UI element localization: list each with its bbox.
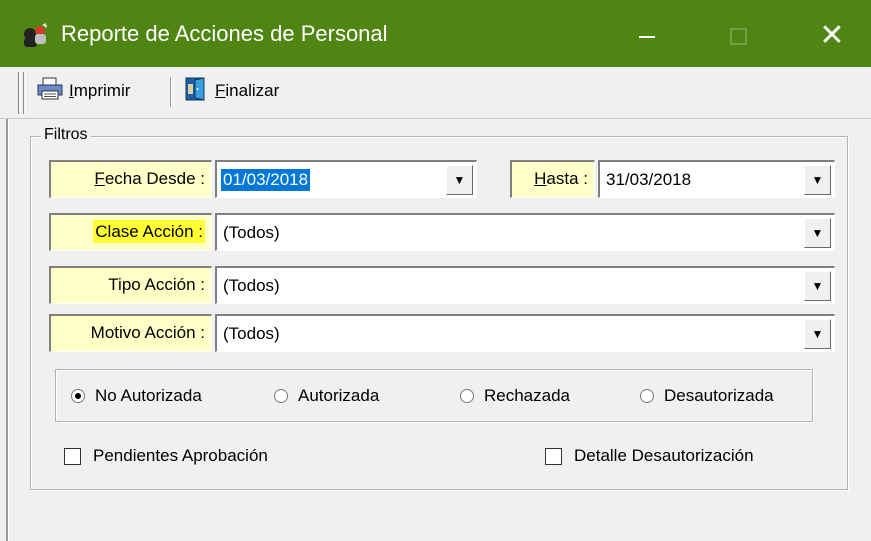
print-label: Imprimir: [69, 81, 131, 100]
hasta-label: Hasta :: [510, 160, 595, 198]
fecha-desde-picker[interactable]: 01/03/2018 ▼: [215, 160, 477, 198]
filters-legend: Filtros: [41, 125, 91, 145]
window-border: [8, 119, 9, 541]
motivo-accion-label: Motivo Acción :: [49, 314, 212, 352]
pendientes-aprobacion-checkbox[interactable]: Pendientes Aprobación: [64, 445, 268, 467]
toolbar-grip[interactable]: [23, 72, 26, 114]
clase-accion-value: (Todos): [223, 223, 280, 242]
dropdown-arrow-icon[interactable]: ▼: [804, 165, 831, 195]
radio-no-autorizada[interactable]: No Autorizada: [71, 385, 202, 407]
checkbox-icon[interactable]: [545, 447, 562, 465]
tipo-accion-select[interactable]: (Todos) ▼: [215, 266, 835, 304]
clase-accion-select[interactable]: (Todos) ▼: [215, 213, 835, 251]
radio-selected-icon[interactable]: [71, 389, 85, 403]
tipo-accion-value: (Todos): [223, 276, 280, 295]
detalle-desautorizacion-checkbox[interactable]: Detalle Desautorización: [545, 445, 754, 467]
hasta-value[interactable]: 31/03/2018: [606, 169, 691, 191]
dropdown-arrow-icon[interactable]: ▼: [804, 218, 831, 248]
finish-label: Finalizar: [215, 81, 280, 100]
close-icon: ✕: [819, 18, 845, 53]
motivo-accion-select[interactable]: (Todos) ▼: [215, 314, 835, 352]
radio-desautorizada[interactable]: Desautorizada: [640, 385, 774, 407]
checkbox-icon[interactable]: [64, 447, 81, 465]
fecha-desde-label: Fecha Desde :: [49, 160, 212, 198]
dropdown-arrow-icon[interactable]: ▼: [446, 165, 473, 195]
close-button[interactable]: ✕: [812, 18, 852, 54]
toolbar: [0, 67, 871, 119]
print-button[interactable]: Imprimir: [37, 75, 130, 107]
radio-rechazada[interactable]: Rechazada: [460, 385, 570, 407]
radio-icon[interactable]: [274, 389, 288, 403]
tipo-accion-label: Tipo Acción :: [49, 266, 212, 304]
window-title: Reporte de Acciones de Personal: [61, 21, 388, 46]
exit-door-icon: [183, 76, 209, 107]
radio-autorizada[interactable]: Autorizada: [274, 385, 379, 407]
finish-button[interactable]: Finalizar: [183, 75, 279, 107]
dropdown-arrow-icon[interactable]: ▼: [804, 319, 831, 349]
clase-accion-label: Clase Acción :: [49, 213, 212, 251]
printer-icon: [37, 77, 63, 106]
toolbar-separator: [170, 77, 172, 107]
fecha-desde-value[interactable]: 01/03/2018: [221, 169, 311, 191]
dropdown-arrow-icon[interactable]: ▼: [804, 271, 831, 301]
app-icon: [20, 22, 50, 50]
toolbar-grip[interactable]: [18, 72, 21, 114]
radio-icon[interactable]: [640, 389, 654, 403]
motivo-accion-value: (Todos): [223, 324, 280, 343]
maximize-button[interactable]: [718, 22, 758, 52]
radio-icon[interactable]: [460, 389, 474, 403]
minimize-button[interactable]: [627, 22, 667, 52]
hasta-picker[interactable]: 31/03/2018 ▼: [598, 160, 835, 198]
